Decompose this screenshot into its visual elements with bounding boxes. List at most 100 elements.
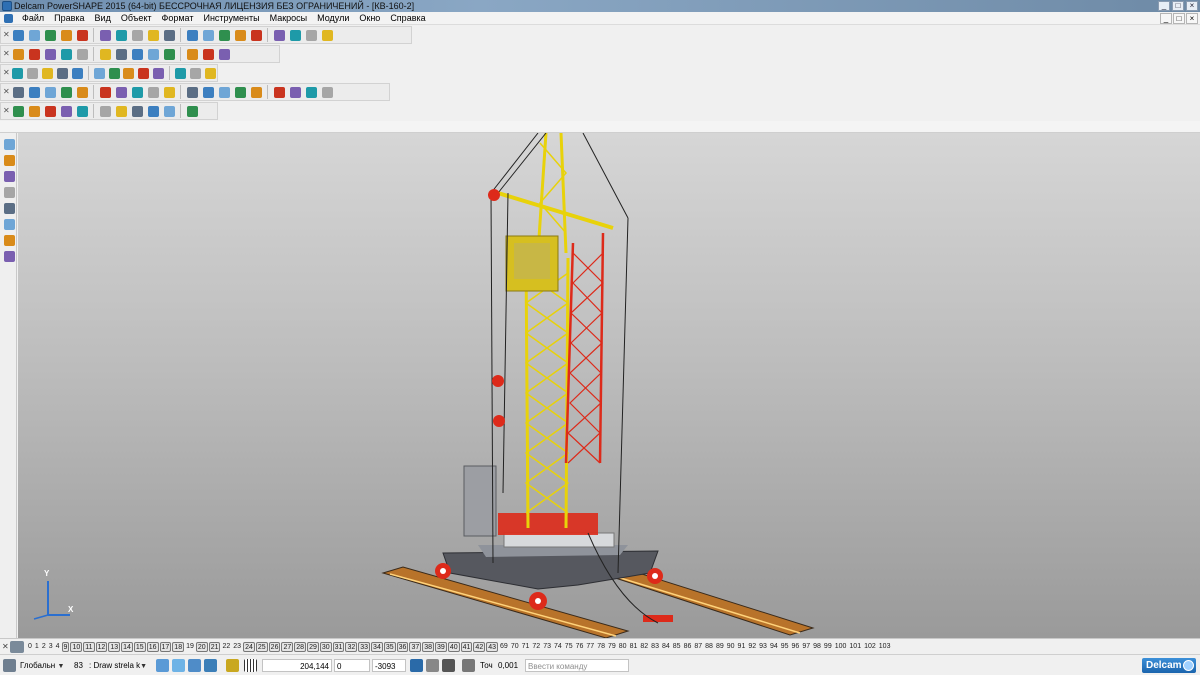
level-button[interactable]: 85 [672,642,682,652]
level-button[interactable]: 80 [618,642,628,652]
view-side-icon[interactable] [43,47,57,61]
snap-object-icon[interactable] [188,659,201,672]
mirror-icon[interactable] [249,85,263,99]
measure-icon[interactable] [185,28,199,42]
level-button[interactable]: 39 [435,641,447,652]
level-select[interactable]: : Draw strela k▼ [89,659,151,672]
menu-tools[interactable]: Инструменты [198,12,264,25]
level-button[interactable]: 86 [683,642,693,652]
level-button[interactable]: 0 [27,642,33,652]
level-button[interactable]: 79 [607,642,617,652]
zoom-icon[interactable] [75,47,89,61]
level-button[interactable]: 98 [812,642,822,652]
grid-icon[interactable] [244,659,257,672]
draft-icon[interactable] [304,85,318,99]
level-button[interactable]: 70 [510,642,520,652]
level-button[interactable]: 101 [848,642,862,652]
surface-icon[interactable] [11,85,25,99]
box-icon[interactable] [137,66,150,80]
loft-icon[interactable] [185,85,199,99]
new-icon[interactable] [11,28,25,42]
level-icon[interactable] [26,66,39,80]
level-button[interactable]: 73 [542,642,552,652]
level-button[interactable]: 29 [307,641,319,652]
close-levelbar-icon[interactable]: ✕ [2,642,10,651]
select-icon[interactable] [217,28,231,42]
sphere-multi-icon[interactable] [93,66,106,80]
group-icon[interactable] [98,104,112,118]
menu-macros[interactable]: Макросы [265,12,313,25]
level-button[interactable]: 78 [596,642,606,652]
render-icon[interactable] [185,47,199,61]
revolve-icon[interactable] [146,85,160,99]
align-icon[interactable] [43,104,57,118]
level-button[interactable]: 12 [95,641,108,652]
menu-format[interactable]: Формат [157,12,199,25]
workplane-select[interactable]: Глобальн ▼ [20,659,68,672]
solid2-icon[interactable] [59,85,73,99]
menu-object[interactable]: Объект [116,12,157,25]
level-button[interactable]: 40 [447,641,460,652]
sweep-icon[interactable] [162,85,176,99]
sphere-icon[interactable] [2,201,16,215]
level-button[interactable]: 75 [564,642,574,652]
rotate-icon[interactable] [233,28,247,42]
doc-close-button[interactable]: × [1186,13,1198,24]
level-button[interactable]: 43 [486,641,499,652]
command-input[interactable]: Ввести команду [525,659,629,672]
snap-grid-icon[interactable] [172,659,185,672]
light-icon[interactable] [201,47,215,61]
dimension-icon[interactable] [11,104,25,118]
level-button[interactable]: 25 [255,641,268,652]
level-button[interactable]: 31 [332,641,345,652]
toolbar-close-icon[interactable]: ✕ [3,66,10,80]
surface2-icon[interactable] [27,85,41,99]
calculator-icon[interactable] [410,659,423,672]
graphics-viewport[interactable]: Y X [18,133,1200,638]
level-button[interactable]: 14 [121,641,133,652]
solid3-icon[interactable] [75,85,89,99]
level-button[interactable]: 82 [639,642,649,652]
level-button[interactable]: 88 [704,642,714,652]
toolbar-close-icon[interactable]: ✕ [3,28,10,42]
maximize-button[interactable]: □ [1172,1,1184,11]
select-window-icon[interactable] [2,153,16,167]
hand-icon[interactable] [217,47,231,61]
menu-file[interactable]: Файл [17,12,49,25]
levels-icon[interactable] [10,640,24,653]
level-button[interactable]: 42 [473,641,486,652]
pan-icon[interactable] [130,47,144,61]
level-button[interactable]: 2 [41,642,47,652]
level-button[interactable]: 36 [396,641,409,652]
toolbar-close-icon[interactable]: ✕ [3,47,10,61]
level-button[interactable]: 17 [159,641,172,652]
chart-icon[interactable] [130,104,144,118]
document-icon[interactable] [4,13,13,23]
texture-icon[interactable] [185,104,199,118]
coord-y-field[interactable]: 0 [334,659,370,672]
level-button[interactable]: 10 [70,641,83,652]
pattern-icon[interactable] [272,85,286,99]
copy-icon[interactable] [98,28,112,42]
file-icon[interactable] [41,66,54,80]
mode-icon[interactable] [442,659,455,672]
view-iso-icon[interactable] [59,47,73,61]
hole-icon[interactable] [288,85,302,99]
axis-icon[interactable] [2,233,16,247]
level-button[interactable]: 37 [409,641,422,652]
level-button[interactable]: 21 [208,641,221,652]
level-button[interactable]: 19 [185,642,195,652]
anchor-icon[interactable] [59,104,73,118]
close-button[interactable]: × [1186,1,1198,11]
coord-x-field[interactable]: 204,144 [262,659,332,672]
view-top-icon[interactable] [11,47,25,61]
cut-icon[interactable] [75,28,89,42]
redo-icon[interactable] [162,28,176,42]
doc-minimize-button[interactable]: _ [1160,13,1172,24]
level-button[interactable]: 11 [83,641,95,652]
level-button[interactable]: 91 [737,642,747,652]
zoom-fit-icon[interactable] [114,47,128,61]
level-button[interactable]: 13 [108,641,121,652]
tools-icon[interactable] [320,28,334,42]
level-button[interactable]: 81 [629,642,639,652]
